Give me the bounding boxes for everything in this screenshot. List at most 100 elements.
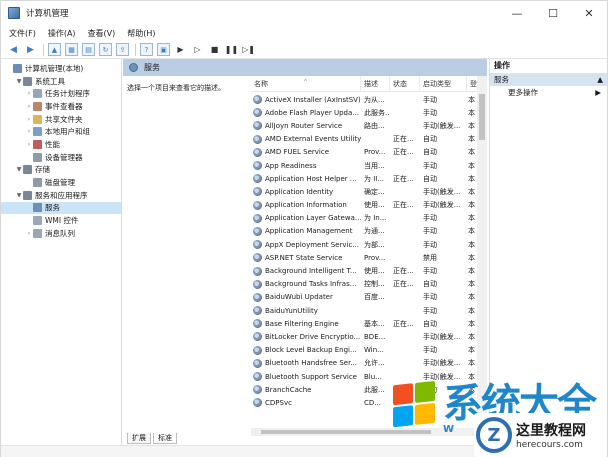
expand-arrow-icon[interactable]: ▼ <box>15 166 23 173</box>
table-row[interactable]: Application Host Helper ... 为 II... 正在... 自… <box>251 172 477 185</box>
back-arrow-icon[interactable]: ◀ <box>7 43 20 56</box>
column-header-description[interactable]: 描述 <box>361 75 390 92</box>
expand-arrow-icon[interactable]: › <box>25 230 33 237</box>
menu-action[interactable]: 操作(A) <box>48 28 76 39</box>
minimize-button[interactable]: — <box>499 1 535 25</box>
tree-node-icon <box>13 63 22 73</box>
service-logon: 本 <box>468 346 475 355</box>
table-row[interactable]: Block Level Backup Engi... Win... 手动 本 <box>251 344 477 357</box>
table-row[interactable]: AMD FUEL Service Prov... 正在... 自动 本 <box>251 146 477 159</box>
tree-item-3[interactable]: › 事件查看器 <box>1 100 121 113</box>
tree-item-10[interactable]: ▼ 服务和应用程序 <box>1 189 121 202</box>
tree-item-6[interactable]: › 性能 <box>1 138 121 151</box>
service-gear-icon <box>253 95 262 105</box>
service-name: BranchCache <box>265 385 312 394</box>
start-service-icon[interactable]: ▶ <box>174 43 187 56</box>
vertical-scroll-thumb[interactable] <box>479 94 485 140</box>
expand-arrow-icon[interactable]: › <box>25 90 33 97</box>
forward-arrow-icon[interactable]: ▶ <box>24 43 37 56</box>
service-name: BaiduWubi Updater <box>265 293 333 302</box>
table-row[interactable]: App Readiness 当用... 手动 本 <box>251 159 477 172</box>
tab-standard[interactable]: 标准 <box>153 433 177 444</box>
expand-arrow-icon[interactable]: ▼ <box>15 78 23 85</box>
tree-node-icon <box>33 114 42 124</box>
table-row[interactable]: Application Information 使用... 正在... 手动(触发..… <box>251 199 477 212</box>
tree-item-11[interactable]: 服务 <box>1 201 121 215</box>
column-header-status[interactable]: 状态 <box>390 75 420 92</box>
table-row[interactable]: Bluetooth Handsfree Ser... 允许... 手动(触发... 本 <box>251 357 477 370</box>
table-row[interactable]: BaiduYunUtility 手动 本 <box>251 304 477 317</box>
table-row[interactable]: Background Intelligent T... 使用... 正在... 手动 本 <box>251 264 477 277</box>
table-row[interactable]: Background Tasks Infras... 控制... 正在... 自动 本 <box>251 278 477 291</box>
more-actions-item[interactable]: 更多操作 ▶ <box>490 86 607 100</box>
tree-item-8[interactable]: ▼ 存储 <box>1 164 121 177</box>
watermark-brand-sub: W <box>443 424 455 435</box>
properties-icon[interactable]: ▤ <box>82 43 95 56</box>
tree-node-icon <box>33 127 42 137</box>
stop-service-icon[interactable]: ■ <box>208 43 221 56</box>
help-icon[interactable]: ? <box>140 43 153 56</box>
maximize-button[interactable]: ☐ <box>535 1 571 25</box>
table-row[interactable]: AllJoyn Router Service 路由... 手动(触发... 本 <box>251 119 477 132</box>
resume-service-icon[interactable]: ▷ <box>191 43 204 56</box>
expand-arrow-icon[interactable]: ▼ <box>15 192 23 199</box>
menu-view[interactable]: 查看(V) <box>88 28 116 39</box>
service-startup-type: 自动 <box>423 319 437 328</box>
tab-extended[interactable]: 扩展 <box>127 433 151 444</box>
service-desc: 当用... <box>364 161 385 170</box>
service-name-cell: BitLocker Drive Encryptio... <box>251 332 361 342</box>
table-row[interactable]: Base Filtering Engine 基本... 正在... 自动 本 <box>251 317 477 330</box>
tree-item-label: 事件查看器 <box>45 101 83 111</box>
service-name-cell: BaiduWubi Updater <box>251 292 361 302</box>
expand-arrow-icon[interactable]: › <box>25 128 33 135</box>
column-header-logon[interactable]: 登 <box>467 76 477 92</box>
actions-section-services[interactable]: 服务 ▲ <box>490 73 607 86</box>
tree-item-5[interactable]: › 本地用户和组 <box>1 125 121 138</box>
table-row[interactable]: Application Management 为通... 手动 本 <box>251 225 477 238</box>
close-button[interactable]: ✕ <box>571 1 607 25</box>
restart-service-icon[interactable]: ▷❚ <box>242 43 255 56</box>
windows-logo-icon <box>393 380 437 430</box>
table-row[interactable]: ActiveX Installer (AxInstSV) 为从... 手动 本 <box>251 93 477 106</box>
pause-service-icon[interactable]: ❚❚ <box>225 43 238 56</box>
expand-arrow-icon[interactable]: › <box>25 103 33 110</box>
service-gear-icon <box>253 358 262 368</box>
table-row[interactable]: BitLocker Drive Encryptio... BDE... 手动(触发.… <box>251 330 477 343</box>
tree-item-13[interactable]: › 消息队列 <box>1 227 121 240</box>
show-action-pane-icon[interactable]: ▣ <box>157 43 170 56</box>
service-gear-icon <box>253 319 262 329</box>
table-row[interactable]: BaiduWubi Updater 百度... 手动 本 <box>251 291 477 304</box>
menu-help[interactable]: 帮助(H) <box>127 28 155 39</box>
column-header-name[interactable]: 名称 ^ <box>251 75 361 92</box>
column-header-startup-type[interactable]: 启动类型 <box>420 75 467 92</box>
table-row[interactable]: AMD External Events Utility 正在... 自动 本 <box>251 133 477 146</box>
service-name-cell: ASP.NET State Service <box>251 253 361 263</box>
menu-file[interactable]: 文件(F) <box>9 28 36 39</box>
service-startup-type: 手动(触发... <box>423 359 461 368</box>
tree-item-2[interactable]: › 任务计划程序 <box>1 87 121 100</box>
tree-item-9[interactable]: 磁盘管理 <box>1 176 121 189</box>
show-hide-tree-icon[interactable]: ▦ <box>65 43 78 56</box>
tree-node-icon <box>33 216 42 226</box>
tree-item-4[interactable]: › 共享文件夹 <box>1 113 121 126</box>
tree-item-7[interactable]: 设备管理器 <box>1 151 121 164</box>
tree-item-label: 设备管理器 <box>45 152 83 162</box>
tree-item-1[interactable]: ▼ 系统工具 <box>1 75 121 88</box>
tree-item-12[interactable]: WMI 控件 <box>1 214 121 227</box>
expand-arrow-icon[interactable]: › <box>25 116 33 123</box>
export-list-icon[interactable]: ⇪ <box>116 43 129 56</box>
table-row[interactable]: Application Identity 确定... 手动(触发... 本 <box>251 185 477 198</box>
refresh-icon[interactable]: ↻ <box>99 43 112 56</box>
table-row[interactable]: Adobe Flash Player Upda... 此服务... 手动 本 <box>251 106 477 119</box>
tree-item-0[interactable]: 计算机管理(本地) <box>1 62 121 75</box>
service-logon: 本 <box>468 240 475 249</box>
service-name: ASP.NET State Service <box>265 253 343 262</box>
table-row[interactable]: AppX Deployment Servic... 为部... 手动 本 <box>251 238 477 251</box>
folder-up-icon[interactable]: ▲ <box>48 43 61 56</box>
service-name: AMD FUEL Service <box>265 148 330 157</box>
table-row[interactable]: Application Layer Gatewa... 为 In... 手动 本 <box>251 212 477 225</box>
service-name-cell: AppX Deployment Servic... <box>251 240 361 250</box>
table-row[interactable]: ASP.NET State Service Prov... 禁用 本 <box>251 251 477 264</box>
expand-arrow-icon[interactable]: › <box>25 141 33 148</box>
service-startup-type: 手动 <box>423 108 437 117</box>
